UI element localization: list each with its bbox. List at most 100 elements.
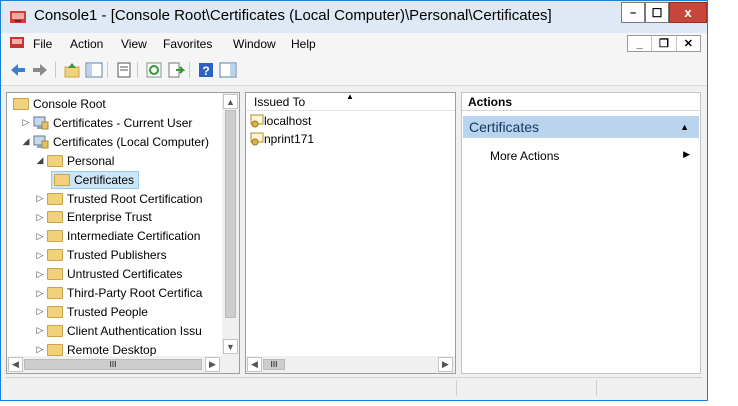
status-cell — [596, 380, 703, 396]
scroll-up-button[interactable]: ▲ — [223, 94, 238, 109]
scroll-thumb[interactable]: III — [24, 359, 202, 370]
up-one-level-icon[interactable] — [63, 61, 81, 79]
tree-item[interactable]: ▷ Enterprise Trust — [35, 208, 152, 226]
folder-icon — [47, 287, 63, 299]
expanded-arrow-icon[interactable]: ◢ — [21, 136, 31, 147]
menu-view[interactable]: View — [121, 37, 147, 51]
export-list-icon[interactable] — [167, 61, 185, 79]
tree-item-label: Untrusted Certificates — [67, 267, 183, 282]
expand-arrow-icon[interactable]: ▷ — [35, 325, 45, 336]
expand-arrow-icon[interactable]: ▷ — [35, 193, 45, 204]
show-hide-console-tree-icon[interactable] — [85, 61, 103, 79]
scroll-down-button[interactable]: ▼ — [223, 339, 238, 354]
results-pane: Issued To ▲ localhost nprint171 ◀ III ▶ — [245, 92, 456, 374]
tree-item[interactable]: ▷ Trusted Publishers — [35, 246, 167, 264]
title-bar[interactable]: Console1 - [Console Root\Certificates (L… — [1, 1, 707, 33]
folder-icon — [47, 249, 63, 262]
toolbar-separator — [189, 62, 190, 78]
folder-icon — [13, 98, 29, 110]
expanded-arrow-icon[interactable]: ◢ — [35, 155, 45, 166]
certificate-icon — [250, 132, 264, 146]
actions-section-certificates[interactable]: Certificates ▲ — [463, 116, 699, 138]
mdi-controls: _ ❐ ✕ — [627, 35, 701, 52]
show-hide-action-pane-icon[interactable] — [219, 61, 237, 79]
expand-arrow-icon[interactable]: ▷ — [35, 288, 45, 299]
certificate-row[interactable]: nprint171 — [250, 132, 314, 146]
menu-help[interactable]: Help — [291, 37, 316, 51]
folder-icon — [47, 305, 63, 318]
mdi-minimize-button[interactable]: _ — [628, 36, 653, 51]
tree-item[interactable]: ▷ Certificates - Current User — [21, 114, 193, 132]
certificate-row[interactable]: localhost — [250, 114, 311, 128]
tree-item-label: Certificates - Current User — [53, 115, 193, 130]
scroll-left-button[interactable]: ◀ — [247, 357, 262, 372]
expand-arrow-icon[interactable]: ▷ — [35, 231, 45, 242]
window-title: Console1 - [Console Root\Certificates (L… — [34, 7, 552, 24]
status-cell — [456, 380, 597, 396]
tree-item-label: Remote Desktop — [67, 342, 157, 357]
scroll-right-button[interactable]: ▶ — [438, 357, 453, 372]
scroll-thumb[interactable] — [225, 110, 236, 318]
toolbar-separator — [55, 62, 56, 78]
expand-arrow-icon[interactable]: ▷ — [35, 269, 45, 280]
toolbar-separator — [107, 62, 108, 78]
menu-action[interactable]: Action — [70, 37, 103, 51]
tree-item-label: Certificates — [74, 172, 135, 187]
expand-arrow-icon[interactable]: ▷ — [21, 117, 31, 128]
tree-item[interactable]: Certificates — [51, 170, 140, 189]
help-icon[interactable]: ? — [197, 61, 215, 79]
tree-item[interactable]: ▷ Trusted People — [35, 303, 148, 321]
folder-icon — [47, 154, 63, 167]
certificate-name: localhost — [264, 114, 312, 128]
back-arrow-icon[interactable] — [9, 61, 27, 79]
close-button[interactable]: x — [669, 2, 707, 23]
console-icon[interactable] — [9, 36, 25, 51]
menu-window[interactable]: Window — [233, 37, 276, 51]
collapse-arrow-icon[interactable]: ▲ — [680, 116, 689, 138]
forward-arrow-icon[interactable] — [31, 61, 49, 79]
tree-item[interactable]: ▷ Intermediate Certification — [35, 227, 201, 245]
certificate-icon — [250, 114, 264, 128]
status-bar — [6, 377, 702, 398]
maximize-button[interactable]: ☐ — [645, 2, 669, 23]
folder-icon — [47, 343, 63, 356]
scroll-left-button[interactable]: ◀ — [8, 357, 23, 372]
mmc-app-icon — [10, 11, 26, 23]
refresh-icon[interactable] — [145, 61, 163, 79]
tree-item-label: Personal — [67, 153, 115, 168]
folder-icon — [47, 268, 63, 281]
expand-arrow-icon[interactable]: ▷ — [35, 250, 45, 261]
mdi-close-button[interactable]: ✕ — [677, 36, 700, 51]
toolbar-separator — [137, 62, 138, 78]
expand-arrow-icon[interactable]: ▷ — [35, 212, 45, 223]
tree-item[interactable]: ▷ Trusted Root Certification — [35, 190, 203, 208]
sort-ascending-icon: ▲ — [346, 92, 354, 101]
actions-pane: Actions Certificates ▲ More Actions ▶ — [461, 92, 701, 374]
minimize-button[interactable]: – — [621, 2, 645, 23]
menu-file[interactable]: File — [33, 37, 52, 51]
scroll-right-button[interactable]: ▶ — [205, 357, 220, 372]
tree-item[interactable]: ▷ Untrusted Certificates — [35, 265, 183, 283]
tree-item[interactable]: ▷ Client Authentication Issu — [35, 322, 202, 340]
tree-item[interactable]: ▷ Third-Party Root Certifica — [35, 284, 203, 302]
certificate-name: nprint171 — [264, 132, 315, 146]
tree-item[interactable]: ◢ Certificates (Local Computer) — [21, 133, 210, 151]
tree-item[interactable]: Console Root — [11, 95, 106, 113]
action-more-actions[interactable]: More Actions ▶ — [490, 149, 696, 165]
mdi-restore-button[interactable]: ❐ — [652, 36, 677, 51]
certificate-store-icon — [33, 116, 49, 130]
certificate-store-icon — [33, 135, 49, 149]
tree-vertical-scrollbar[interactable]: ▲ ▼ — [222, 93, 239, 356]
properties-icon[interactable] — [115, 61, 133, 79]
tree-horizontal-scrollbar[interactable]: ◀ III ▶ — [7, 356, 239, 373]
mmc-window: Console1 - [Console Root\Certificates (L… — [0, 0, 708, 401]
menu-favorites[interactable]: Favorites — [163, 37, 212, 51]
scroll-thumb[interactable]: III — [263, 359, 285, 370]
expand-arrow-icon[interactable]: ▷ — [35, 306, 45, 317]
list-horizontal-scrollbar[interactable]: ◀ III ▶ — [246, 356, 455, 373]
tree-item[interactable]: ◢ Personal — [35, 152, 115, 170]
column-header-issued-to[interactable]: Issued To — [254, 95, 305, 109]
tree-item-label: Console Root — [33, 97, 106, 111]
expand-arrow-icon[interactable]: ▷ — [35, 344, 45, 355]
tree-item-label: Trusted Root Certification — [67, 191, 203, 206]
